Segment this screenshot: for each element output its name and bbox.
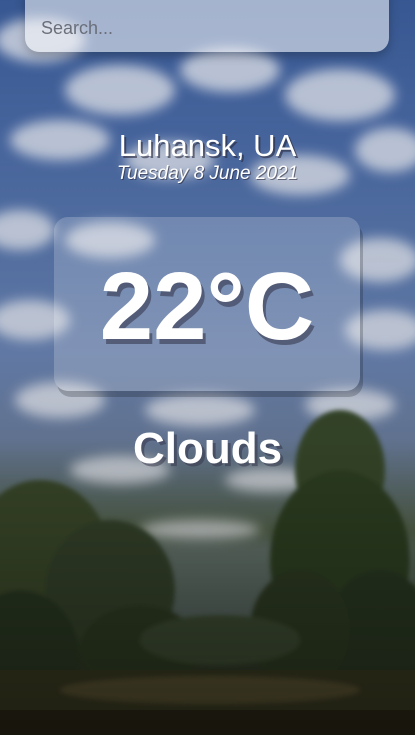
search-input[interactable] [25,0,389,52]
location-label: Luhansk, UA [118,128,297,163]
temperature-value: 22°C [99,253,315,360]
weather-condition: Clouds [132,424,283,473]
date-label: Tuesday 8 June 2021 [116,163,299,184]
temperature-card: 22°C [54,217,360,391]
weather-app: Luhansk, UA Tuesday 8 June 2021 22°C Clo… [0,0,415,735]
search-bar [25,0,389,52]
